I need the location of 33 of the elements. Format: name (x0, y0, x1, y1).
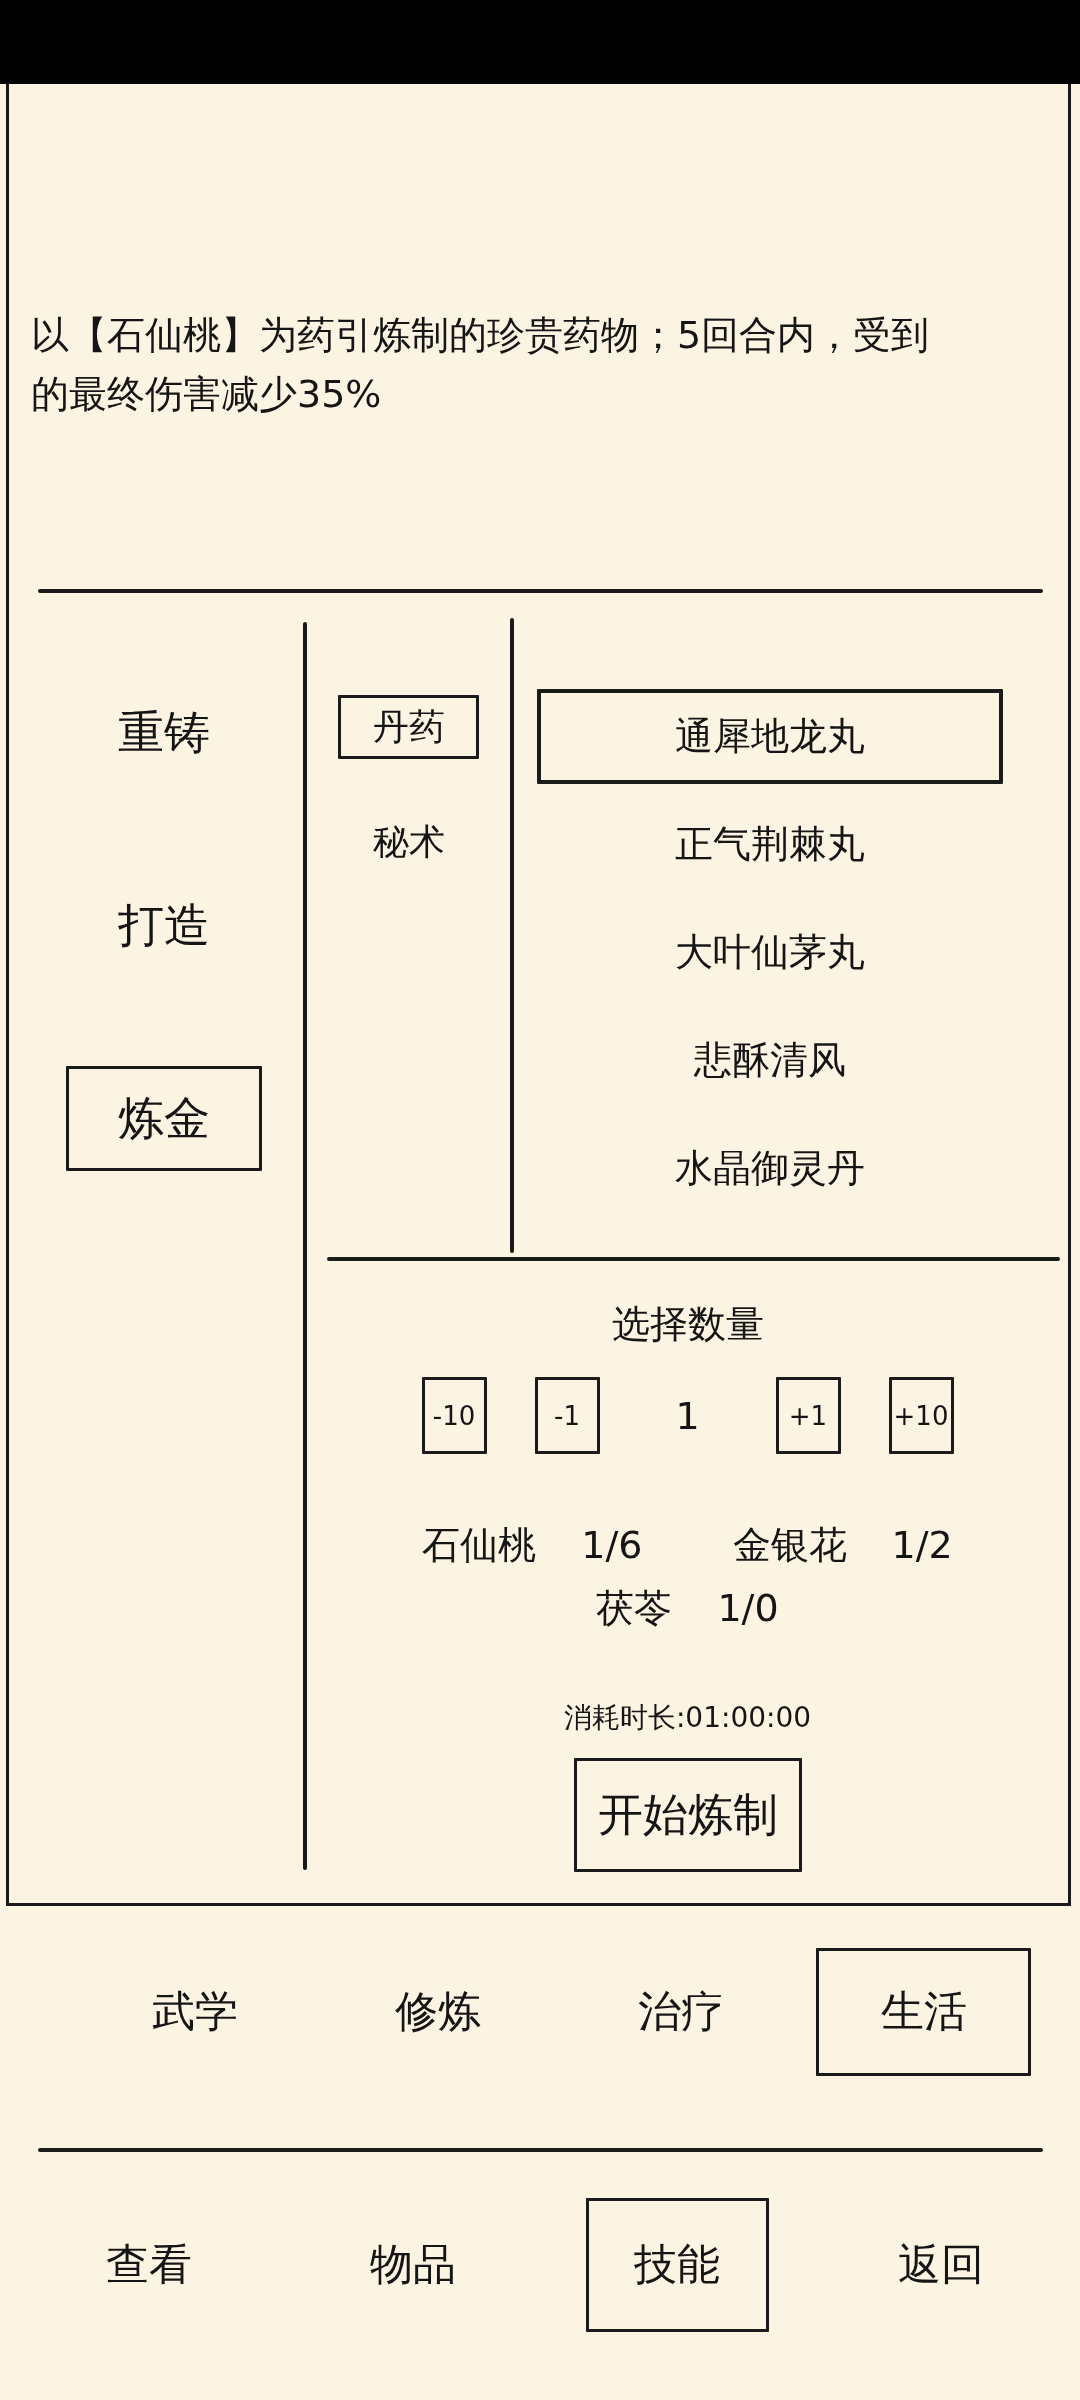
item-description: 以【石仙桃】为药引炼制的珍贵药物；5回合内，受到的最终伤害减少35% (30, 312, 931, 418)
material-count: 1/6 (581, 1522, 643, 1569)
skill-tab[interactable]: 生活 (816, 1948, 1031, 2076)
material-name: 石仙桃 (422, 1522, 537, 1569)
quantity-title: 选择数量 (611, 1301, 764, 1347)
step-button[interactable]: +1 (775, 1377, 841, 1454)
material-count: 1/0 (717, 1585, 779, 1632)
recipe-item[interactable]: 水晶御灵丹 (537, 1121, 1003, 1216)
skill-tab[interactable]: 武学 (87, 1948, 302, 2076)
category-tab[interactable]: 丹药 (338, 695, 479, 759)
material-name: 金银花 (732, 1522, 847, 1569)
nav-tab[interactable]: 技能 (585, 2198, 769, 2332)
recipe-item[interactable]: 正气荆棘丸 (537, 797, 1003, 892)
step-button[interactable]: -10 (421, 1377, 487, 1454)
start-button[interactable]: 开始炼制 (573, 1758, 802, 1872)
category-tab[interactable]: 秘术 (338, 810, 479, 874)
craft-tab[interactable]: 炼金 (66, 1066, 262, 1171)
material-name: 茯苓 (596, 1585, 673, 1632)
recipe-item[interactable]: 大叶仙茅丸 (537, 905, 1003, 1000)
step-button[interactable]: +10 (888, 1377, 954, 1454)
quantity-value: 1 (674, 1393, 701, 1438)
skill-tab[interactable]: 修炼 (330, 1948, 545, 2076)
nav-tab[interactable]: 物品 (321, 2198, 505, 2332)
nav-tab[interactable]: 查看 (57, 2198, 241, 2332)
material-count: 1/2 (891, 1522, 953, 1569)
step-button[interactable]: -1 (534, 1377, 600, 1454)
nav-tab[interactable]: 返回 (849, 2198, 1033, 2332)
craft-tab[interactable]: 打造 (66, 873, 262, 978)
skill-tab[interactable]: 治疗 (573, 1948, 788, 2076)
craft-tab[interactable]: 重铸 (66, 680, 262, 785)
recipe-item[interactable]: 通犀地龙丸 (537, 689, 1003, 784)
recipe-item[interactable]: 悲酥清风 (537, 1013, 1003, 1108)
duration-text: 消耗时长:01:00:00 (563, 1701, 812, 1735)
